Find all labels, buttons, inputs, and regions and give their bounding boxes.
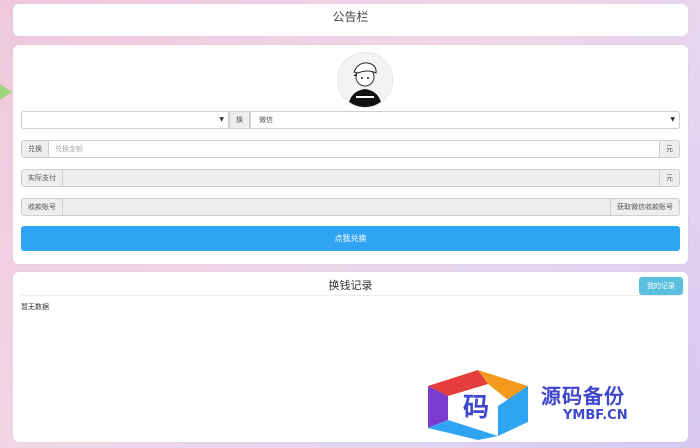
- exchange-amount-row: 兑换 兑换金额 元: [21, 140, 680, 158]
- watermark-emblem-icon: 码: [428, 370, 528, 440]
- chevron-down-icon: ▼: [219, 116, 224, 123]
- account-field: [63, 198, 610, 216]
- watermark-name: 源码备份: [541, 384, 625, 408]
- account-label: 收款账号: [21, 198, 63, 216]
- notice-title: 公告栏: [332, 10, 369, 24]
- exchange-form-panel: ▼ 换 微信 ▼ 兑换 兑换金额 元 实际支付 元 收款账号 获取微信收款账号 …: [13, 45, 688, 264]
- decorative-green-shape: [0, 72, 12, 112]
- account-row: 收款账号 获取微信收款账号: [21, 198, 680, 216]
- watermark-glyph: 码: [463, 393, 489, 423]
- actual-pay-row: 实际支付 元: [21, 169, 680, 187]
- divider: [21, 295, 680, 296]
- exchange-label: 兑换: [21, 140, 49, 158]
- actual-pay-label: 实际支付: [21, 169, 63, 187]
- empty-state-text: 暂无数据: [21, 303, 49, 311]
- avatar-illustration: [338, 53, 392, 107]
- source-select[interactable]: ▼: [21, 111, 229, 129]
- exchange-amount-input[interactable]: 兑换金额: [49, 140, 659, 158]
- actual-pay-field: [63, 169, 659, 187]
- get-account-button[interactable]: 获取微信收款账号: [610, 198, 680, 216]
- page: { "notice": { "title": "公告栏" }, "form": …: [0, 0, 700, 448]
- currency-unit: 元: [659, 140, 680, 158]
- swap-label: 换: [229, 111, 250, 129]
- target-select-value: 微信: [259, 116, 273, 124]
- my-records-button[interactable]: 我的记录: [639, 277, 683, 295]
- currency-select-row: ▼ 换 微信 ▼: [21, 111, 680, 129]
- watermark-logo: 码 源码备份 YMBF.CN: [418, 366, 668, 440]
- notice-panel: 公告栏: [13, 4, 688, 36]
- watermark-domain: YMBF.CN: [563, 408, 628, 423]
- exchange-submit-button[interactable]: 点我兑换: [21, 226, 680, 251]
- actual-pay-unit: 元: [659, 169, 680, 187]
- chevron-down-icon: ▼: [670, 116, 675, 123]
- target-select[interactable]: 微信 ▼: [250, 111, 680, 129]
- avatar: [337, 52, 393, 108]
- records-title: 换钱记录: [328, 279, 373, 292]
